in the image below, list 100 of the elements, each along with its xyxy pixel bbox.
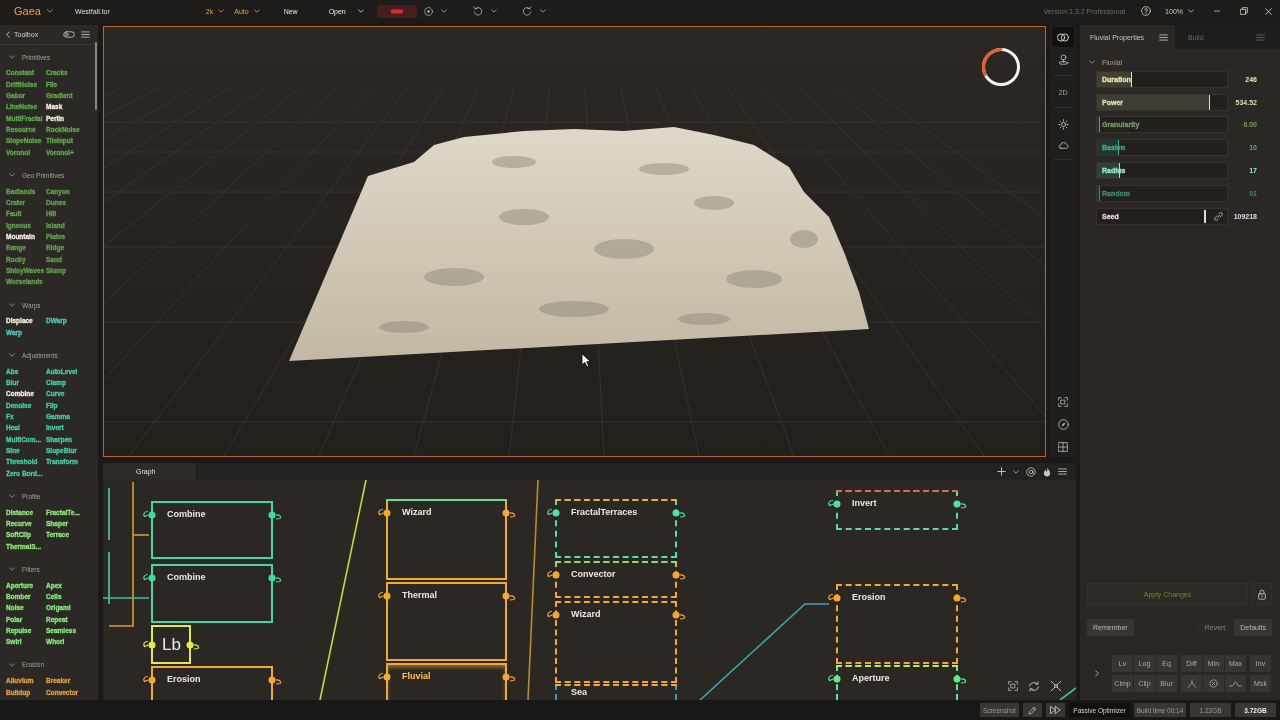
chevron-left-icon[interactable]	[6, 31, 10, 38]
input-port-icon[interactable]	[142, 639, 156, 650]
node-title: Combine	[167, 509, 206, 520]
scrollbar-thumb[interactable]	[95, 42, 97, 110]
connection-wire	[1059, 687, 1076, 700]
output-port-icon[interactable]	[268, 510, 282, 520]
caret-icon	[218, 9, 225, 13]
toolbar-button[interactable]	[376, 4, 417, 18]
input-port-icon[interactable]	[827, 499, 841, 509]
node-title: Wizard	[571, 609, 601, 620]
network-icon[interactable]	[1050, 680, 1062, 692]
output-port-icon[interactable]	[502, 508, 516, 518]
refresh-icon[interactable]	[1028, 680, 1040, 692]
overlap-circles-icon	[1057, 32, 1069, 42]
caret-icon[interactable]	[9, 55, 15, 59]
at-sign-icon[interactable]	[1026, 466, 1036, 477]
output-port-icon[interactable]	[502, 672, 516, 682]
close-icon[interactable]	[1265, 7, 1272, 15]
input-port-icon[interactable]	[142, 675, 156, 685]
sun-icon[interactable]	[1057, 119, 1069, 130]
add-icon[interactable]	[997, 467, 1006, 476]
menu-icon[interactable]	[1058, 468, 1067, 475]
output-port-icon[interactable]	[502, 591, 516, 601]
tool-button[interactable]	[1203, 675, 1224, 692]
redo-icon[interactable]	[521, 6, 532, 16]
frame-icon[interactable]	[1008, 681, 1018, 691]
graph-node[interactable]: Combine	[151, 564, 273, 623]
menu-icon[interactable]	[1159, 33, 1168, 41]
output-port-icon[interactable]	[268, 573, 282, 583]
pencil-button[interactable]	[1023, 703, 1042, 717]
output-port-icon[interactable]	[953, 499, 967, 509]
app-menu-button[interactable]: Gaea	[14, 5, 53, 17]
frame-icon[interactable]	[1058, 397, 1068, 407]
output-port-icon[interactable]	[953, 674, 967, 684]
node-title: Invert	[852, 498, 877, 509]
fast-forward-button[interactable]	[1046, 703, 1065, 717]
lock-icon	[1257, 588, 1266, 600]
chevron-right-icon[interactable]	[1095, 670, 1099, 677]
caret-icon[interactable]	[490, 9, 497, 13]
graph-node[interactable]: Erosion	[836, 584, 958, 664]
menu-icon[interactable]	[81, 31, 90, 38]
node-title: Erosion	[852, 592, 886, 603]
tool-button[interactable]	[1225, 675, 1246, 692]
output-port-icon[interactable]	[672, 610, 686, 620]
caret-icon	[46, 9, 53, 13]
target-icon[interactable]	[423, 6, 433, 16]
bell-curve-icon	[1229, 680, 1242, 687]
caret-icon[interactable]	[9, 494, 15, 499]
input-port-icon[interactable]	[546, 508, 560, 518]
graph-node[interactable]: Combine	[151, 501, 273, 559]
caret-icon[interactable]	[1013, 469, 1019, 474]
graph-node[interactable]: Wizard	[555, 601, 677, 683]
caret-icon[interactable]	[539, 9, 546, 13]
caret-icon[interactable]	[1089, 60, 1095, 64]
grid-icon[interactable]	[1058, 442, 1068, 452]
compass-icon[interactable]	[1057, 419, 1069, 430]
restore-icon[interactable]	[1240, 7, 1248, 15]
circled-x-icon	[1209, 679, 1218, 688]
input-port-icon[interactable]	[546, 570, 560, 580]
graph-node[interactable]: Lb	[151, 625, 191, 664]
pencil-icon	[1028, 705, 1037, 715]
graph-node[interactable]: Thermal	[386, 582, 507, 661]
input-port-icon[interactable]	[827, 674, 841, 684]
caret-icon[interactable]	[9, 173, 15, 178]
input-port-icon[interactable]	[546, 610, 560, 620]
output-port-icon[interactable]	[268, 675, 282, 685]
input-port-icon[interactable]	[377, 508, 391, 518]
graph-node[interactable]: Fluvial	[386, 663, 507, 700]
output-port-icon[interactable]	[953, 593, 967, 603]
input-port-icon[interactable]	[142, 510, 156, 520]
caret-icon[interactable]	[9, 303, 15, 308]
cloud-icon[interactable]	[1057, 142, 1069, 149]
view-tool-button[interactable]	[1052, 27, 1074, 47]
caret-icon[interactable]	[9, 353, 15, 358]
input-port-icon[interactable]	[377, 672, 391, 682]
flame-icon[interactable]	[1043, 466, 1051, 477]
tool-button[interactable]	[1181, 675, 1202, 692]
graph-node[interactable]: Convector	[555, 561, 677, 598]
lock-button[interactable]	[1251, 583, 1272, 605]
graph-node[interactable]: Wizard	[386, 499, 507, 580]
help-icon[interactable]	[1141, 6, 1152, 16]
caret-icon[interactable]	[440, 9, 447, 13]
output-port-icon[interactable]	[186, 639, 200, 650]
toggle-icon[interactable]	[63, 31, 75, 38]
graph-node[interactable]: Invert	[836, 490, 958, 530]
input-port-icon[interactable]	[377, 591, 391, 601]
link-icon[interactable]	[1214, 211, 1223, 221]
input-port-icon[interactable]	[827, 593, 841, 603]
output-port-icon[interactable]	[672, 570, 686, 580]
graph-node[interactable]: Sea	[555, 684, 677, 700]
location-pin-icon[interactable]	[1057, 54, 1069, 65]
node-title: Thermal	[402, 590, 437, 601]
undo-icon[interactable]	[472, 6, 483, 16]
caret-icon[interactable]	[9, 567, 15, 572]
output-port-icon[interactable]	[672, 508, 686, 518]
caret-icon[interactable]	[9, 662, 15, 667]
input-port-icon[interactable]	[142, 573, 156, 583]
graph-node[interactable]: Erosion	[151, 666, 273, 700]
graph-node[interactable]: Aperture	[836, 665, 958, 700]
graph-node[interactable]: FractalTerraces	[555, 499, 677, 558]
